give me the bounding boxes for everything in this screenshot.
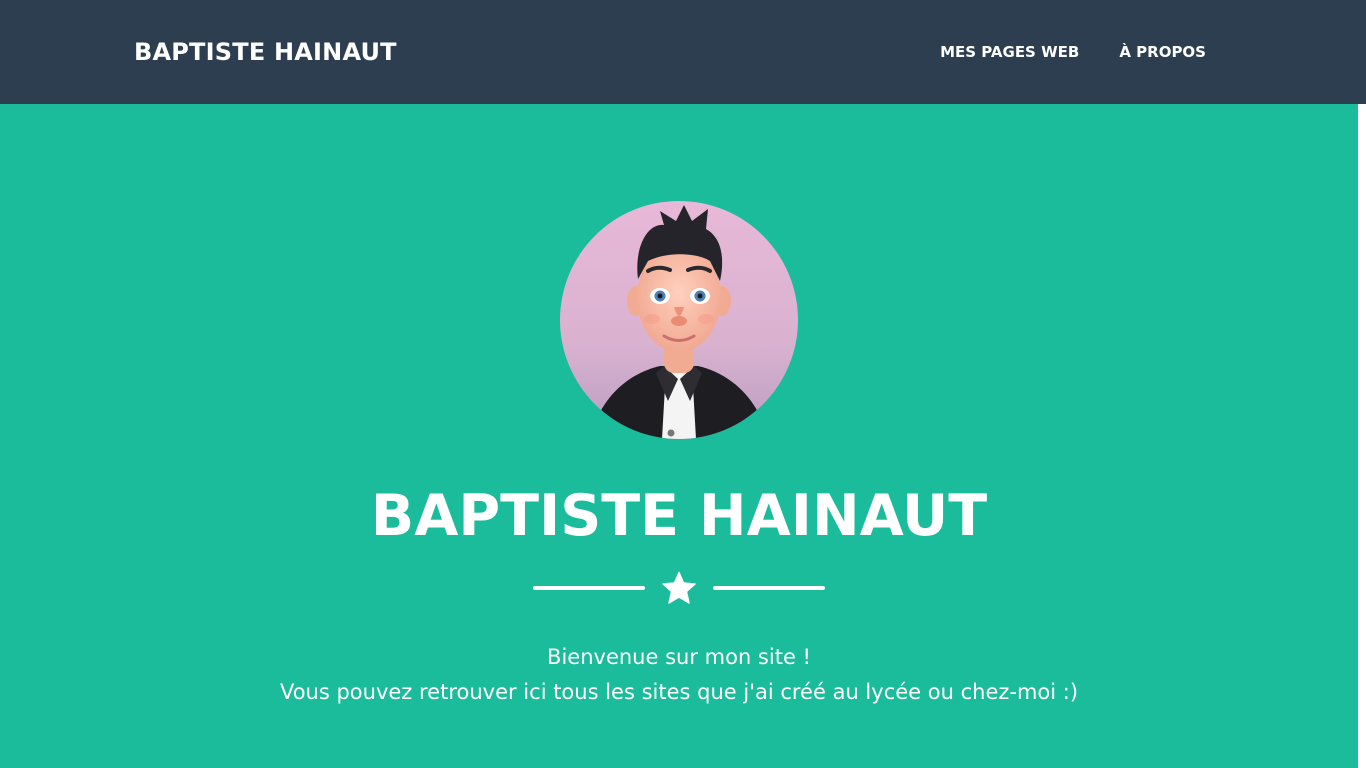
- hero-title: BAPTISTE HAINAUT: [370, 483, 988, 549]
- lead-description: Vous pouvez retrouver ici tous les sites…: [279, 680, 1079, 704]
- star-icon: [662, 571, 696, 604]
- avatar: [560, 201, 798, 439]
- page-gutter: [1358, 104, 1366, 768]
- divider-line-left: [533, 586, 645, 590]
- brand-link[interactable]: BAPTISTE HAINAUT: [134, 34, 397, 70]
- avatar-illustration: [560, 201, 798, 439]
- navbar: BAPTISTE HAINAUT MES PAGES WEB À PROPOS: [0, 0, 1366, 104]
- divider-custom: [533, 570, 825, 606]
- lead-welcome: Bienvenue sur mon site !: [547, 645, 811, 669]
- nav-link-mes-pages-web[interactable]: MES PAGES WEB: [940, 40, 1079, 64]
- divider-line-right: [713, 586, 825, 590]
- nav-links: MES PAGES WEB À PROPOS: [940, 40, 1206, 64]
- nav-link-a-propos[interactable]: À PROPOS: [1119, 40, 1206, 64]
- hero-lead: Bienvenue sur mon site ! Vous pouvez ret…: [0, 640, 1358, 710]
